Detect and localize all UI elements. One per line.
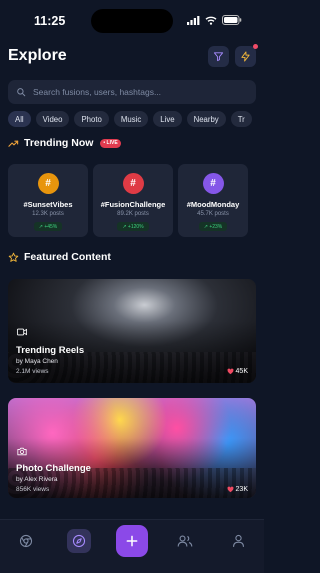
featured-card[interactable]: Trending Reels by Maya Chen 2.1M views 4… [8,279,256,383]
trend-card[interactable]: # #SunsetVibes 12.3K posts ↗ +45% [8,164,88,237]
like-count-label: 45K [235,368,248,375]
wifi-icon [205,16,217,25]
status-icons [187,15,242,25]
live-badge: • LIVE [100,138,121,148]
users-icon [177,535,193,547]
trend-growth-badge: ↗ +45% [33,222,63,231]
like-count[interactable]: 45K [227,368,248,375]
trend-tag: #MoodMonday [186,200,240,209]
chip-photo[interactable]: Photo [74,111,109,127]
page-title: Explore [8,47,67,64]
search-icon [17,88,26,97]
featured-header: Featured Content [8,251,111,263]
status-time: 11:25 [34,14,66,28]
trend-card[interactable]: # #FusionChallenge 89.2K posts ↗ +120% [93,164,173,237]
video-icon [17,328,27,336]
featured-card-title: Trending Reels [16,345,85,356]
header-actions [208,43,258,67]
trend-card[interactable]: # #MoodMonday 45.7K posts ↗ +23% [178,164,248,237]
trend-posts: 12.3K posts [32,211,64,217]
filter-button[interactable] [208,45,229,67]
trend-posts: 45.7K posts [197,211,229,217]
battery-icon [222,15,242,25]
trending-title: Trending Now [24,137,94,149]
trend-posts: 89.2K posts [117,211,149,217]
chip-music[interactable]: Music [113,111,149,127]
featured-card-views: 2.1M views [16,368,49,375]
status-bar: 11:25 [0,0,264,40]
trend-tag: #SunsetVibes [23,200,73,209]
chip-trending[interactable]: Tr [230,111,252,127]
compass-icon [72,534,86,548]
chip-video[interactable]: Video [35,111,70,127]
chip-all[interactable]: All [8,111,31,127]
notification-dot [253,43,258,49]
heart-icon [227,486,233,493]
heart-icon [227,368,233,375]
chip-live[interactable]: Live [153,111,182,127]
trend-growth-badge: ↗ +23% [198,222,228,231]
search-bar[interactable]: Search fusions, users, hashtags... [8,80,256,104]
hashtag-icon: # [37,173,59,194]
category-chips: All Video Photo Music Live Nearby Tr [8,111,264,127]
user-icon [232,534,244,547]
featured-card-author: by Maya Chen [16,358,58,365]
like-count-label: 23K [235,486,248,493]
featured-card[interactable]: Photo Challenge by Alex Rivera 856K view… [8,398,256,498]
create-button[interactable] [116,525,148,557]
featured-card-views: 856K views [16,486,50,493]
activity-button[interactable] [235,43,258,67]
like-count[interactable]: 23K [227,486,248,493]
plus-icon [126,535,138,547]
camera-icon [17,447,27,456]
header: Explore [8,43,258,68]
tab-friends[interactable] [173,529,197,553]
featured-card-title: Photo Challenge [16,463,91,474]
trending-header: Trending Now • LIVE [8,137,121,149]
filter-icon [213,51,224,61]
chip-nearby[interactable]: Nearby [186,111,226,127]
tab-home[interactable] [14,529,38,553]
tab-profile[interactable] [226,529,250,553]
star-icon [8,252,19,262]
search-input[interactable]: Search fusions, users, hashtags... [33,87,161,97]
tab-explore[interactable] [67,529,91,553]
chrome-icon [19,534,33,548]
signal-icon [187,15,200,25]
trending-up-icon [8,140,19,147]
featured-card-author: by Alex Rivera [16,476,58,483]
hashtag-icon: # [202,173,224,194]
lightning-icon [241,50,250,62]
featured-title: Featured Content [24,251,111,263]
dynamic-island [91,9,173,33]
trending-list: # #SunsetVibes 12.3K posts ↗ +45% # #Fus… [8,164,264,237]
trend-growth-badge: ↗ +120% [117,222,149,231]
bottom-tab-bar [0,519,264,573]
hashtag-icon: # [122,173,144,194]
trend-tag: #FusionChallenge [100,200,166,209]
